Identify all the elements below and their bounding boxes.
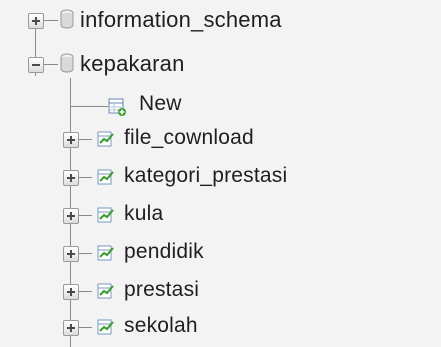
table-row[interactable]: file_cownload	[0, 121, 441, 159]
expand-plus-icon[interactable]	[63, 320, 79, 336]
tree-branch	[78, 253, 92, 254]
db-row-information-schema[interactable]: information_schema	[0, 2, 441, 40]
database-icon	[60, 53, 74, 73]
tree-branch	[78, 215, 92, 216]
new-item-label[interactable]: New	[139, 91, 182, 117]
table-row[interactable]: prestasi	[0, 273, 441, 311]
table-icon	[97, 283, 114, 299]
expand-plus-icon[interactable]	[63, 284, 79, 300]
expand-plus-icon[interactable]	[63, 170, 79, 186]
table-name[interactable]: kula	[124, 201, 163, 227]
table-row[interactable]: sekolah	[0, 309, 441, 347]
expand-plus-icon[interactable]	[63, 132, 79, 148]
expand-plus-icon[interactable]	[63, 246, 79, 262]
table-name[interactable]: file_cownload	[124, 125, 254, 151]
table-name[interactable]: pendidik	[124, 239, 204, 265]
database-name[interactable]: information_schema	[80, 7, 282, 33]
expand-plus-icon[interactable]	[28, 13, 44, 29]
table-name[interactable]: kategori_prestasi	[124, 163, 287, 189]
navigation-tree: information_schema kepakaran New file_co…	[0, 0, 441, 347]
collapse-minus-icon[interactable]	[28, 57, 44, 73]
table-name[interactable]: prestasi	[124, 277, 199, 303]
table-icon	[97, 207, 114, 223]
db-row-kepakaran[interactable]: kepakaran	[0, 46, 441, 84]
tree-branch	[78, 327, 92, 328]
table-row[interactable]: kula	[0, 197, 441, 235]
expand-plus-icon[interactable]	[63, 208, 79, 224]
table-row[interactable]: kategori_prestasi	[0, 159, 441, 197]
tree-branch	[78, 139, 92, 140]
tree-branch	[78, 177, 92, 178]
new-table-icon	[108, 98, 126, 116]
table-row[interactable]: pendidik	[0, 235, 441, 273]
database-name[interactable]: kepakaran	[80, 51, 185, 77]
database-icon	[60, 9, 74, 29]
table-name[interactable]: sekolah	[124, 313, 198, 339]
tree-branch	[78, 291, 92, 292]
table-icon	[97, 245, 114, 261]
table-icon	[97, 169, 114, 185]
table-icon	[97, 131, 114, 147]
table-icon	[97, 319, 114, 335]
